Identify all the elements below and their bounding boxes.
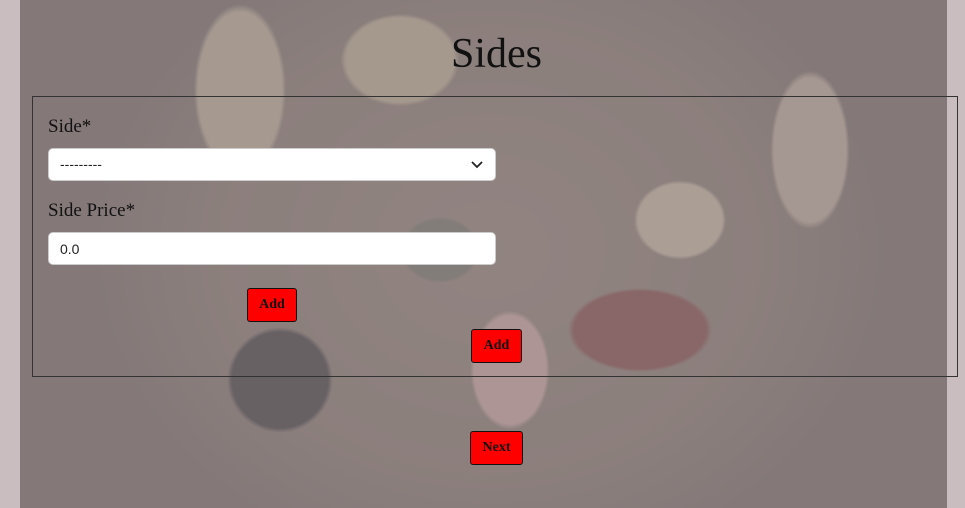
side-select-value: --------- bbox=[60, 156, 102, 172]
side-select[interactable]: --------- bbox=[48, 148, 496, 181]
chevron-down-icon bbox=[471, 159, 483, 169]
page-title: Sides bbox=[450, 31, 542, 77]
side-price-input[interactable] bbox=[48, 232, 496, 265]
add-form-button[interactable]: Add bbox=[471, 329, 522, 363]
add-side-button[interactable]: Add bbox=[247, 288, 297, 322]
side-price-label: Side Price* bbox=[48, 200, 136, 221]
next-button[interactable]: Next bbox=[470, 431, 523, 465]
side-label: Side* bbox=[48, 116, 92, 137]
